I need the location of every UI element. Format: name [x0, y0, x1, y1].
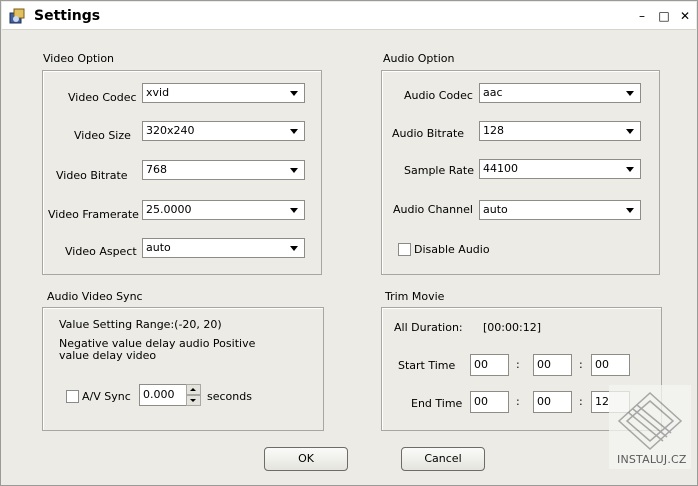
- close-icon[interactable]: ✕: [676, 7, 694, 25]
- audio-codec-value: aac: [483, 86, 503, 99]
- watermark-text: INSTALUJ.CZ: [617, 453, 687, 466]
- audio-video-sync-title: Audio Video Sync: [47, 290, 143, 303]
- av-sync-checkbox[interactable]: [66, 390, 79, 403]
- video-size-select[interactable]: 320x240: [142, 121, 305, 141]
- end-minute-input[interactable]: 00: [533, 391, 572, 413]
- video-bitrate-label: Video Bitrate: [56, 169, 128, 182]
- disable-audio-checkbox[interactable]: [398, 243, 411, 256]
- av-sync-value: 0.000: [143, 388, 175, 401]
- start-time-label: Start Time: [398, 359, 456, 372]
- start-minute-value: 00: [537, 358, 551, 371]
- chevron-down-icon: [290, 246, 298, 251]
- video-bitrate-value: 768: [146, 163, 167, 176]
- separator: :: [516, 358, 520, 371]
- start-hour-value: 00: [474, 358, 488, 371]
- audio-channel-value: auto: [483, 203, 508, 216]
- audio-bitrate-select[interactable]: 128: [479, 121, 641, 141]
- av-sync-stepper[interactable]: [186, 384, 201, 406]
- separator: :: [579, 395, 583, 408]
- audio-channel-select[interactable]: auto: [479, 200, 641, 220]
- end-hour-input[interactable]: 00: [470, 391, 509, 413]
- chevron-down-icon: [290, 208, 298, 213]
- chevron-down-icon: [626, 91, 634, 96]
- audio-codec-label: Audio Codec: [404, 89, 473, 102]
- sync-desc-line2: value delay video: [59, 349, 157, 362]
- audio-bitrate-value: 128: [483, 124, 504, 137]
- maximize-icon[interactable]: □: [655, 7, 673, 25]
- spin-down-button[interactable]: [186, 395, 201, 406]
- end-time-label: End Time: [411, 397, 463, 410]
- video-codec-value: xvid: [146, 86, 170, 99]
- start-minute-input[interactable]: 00: [533, 354, 572, 376]
- audio-option-title: Audio Option: [383, 52, 455, 65]
- end-minute-value: 00: [537, 395, 551, 408]
- video-aspect-select[interactable]: auto: [142, 238, 305, 258]
- cancel-button[interactable]: Cancel: [401, 447, 485, 471]
- ok-button[interactable]: OK: [264, 447, 348, 471]
- window-title: Settings: [34, 8, 101, 24]
- video-aspect-label: Video Aspect: [65, 245, 137, 258]
- video-framerate-label: Video Framerate: [48, 208, 139, 221]
- seconds-label: seconds: [207, 390, 252, 403]
- title-bar[interactable]: Settings – □ ✕: [2, 2, 696, 30]
- audio-channel-label: Audio Channel: [393, 203, 473, 216]
- minimize-icon[interactable]: –: [633, 7, 651, 25]
- arrow-up-icon: [190, 388, 196, 391]
- av-sync-input[interactable]: 0.000: [139, 384, 187, 406]
- sample-rate-label: Sample Rate: [404, 164, 474, 177]
- all-duration-label: All Duration:: [394, 321, 463, 334]
- all-duration-value: [00:00:12]: [483, 321, 541, 334]
- video-aspect-value: auto: [146, 241, 171, 254]
- chevron-down-icon: [290, 129, 298, 134]
- spin-up-button[interactable]: [186, 384, 201, 395]
- chevron-down-icon: [626, 167, 634, 172]
- video-codec-label: Video Codec: [68, 91, 137, 104]
- video-size-label: Video Size: [74, 129, 131, 142]
- app-icon: [9, 8, 25, 24]
- arrow-down-icon: [190, 399, 196, 402]
- video-option-title: Video Option: [43, 52, 115, 65]
- sync-range-text: Value Setting Range:(-20, 20): [59, 318, 222, 331]
- video-bitrate-select[interactable]: 768: [142, 160, 305, 180]
- chevron-down-icon: [626, 129, 634, 134]
- start-second-input[interactable]: 00: [591, 354, 630, 376]
- end-second-value: 12: [595, 395, 609, 408]
- end-hour-value: 00: [474, 395, 488, 408]
- video-size-value: 320x240: [146, 124, 195, 137]
- disable-audio-label[interactable]: Disable Audio: [414, 243, 490, 256]
- chevron-down-icon: [626, 208, 634, 213]
- av-sync-label[interactable]: A/V Sync: [82, 390, 131, 403]
- chevron-down-icon: [290, 168, 298, 173]
- settings-window: Settings – □ ✕ Video Option Video Codec …: [0, 0, 698, 486]
- separator: :: [516, 395, 520, 408]
- separator: :: [579, 358, 583, 371]
- sample-rate-select[interactable]: 44100: [479, 159, 641, 179]
- trim-movie-title: Trim Movie: [385, 290, 445, 303]
- start-hour-input[interactable]: 00: [470, 354, 509, 376]
- sample-rate-value: 44100: [483, 162, 518, 175]
- audio-bitrate-label: Audio Bitrate: [392, 127, 465, 140]
- start-second-value: 00: [595, 358, 609, 371]
- video-framerate-select[interactable]: 25.0000: [142, 200, 305, 220]
- chevron-down-icon: [290, 91, 298, 96]
- video-codec-select[interactable]: xvid: [142, 83, 305, 103]
- audio-codec-select[interactable]: aac: [479, 83, 641, 103]
- video-framerate-value: 25.0000: [146, 203, 192, 216]
